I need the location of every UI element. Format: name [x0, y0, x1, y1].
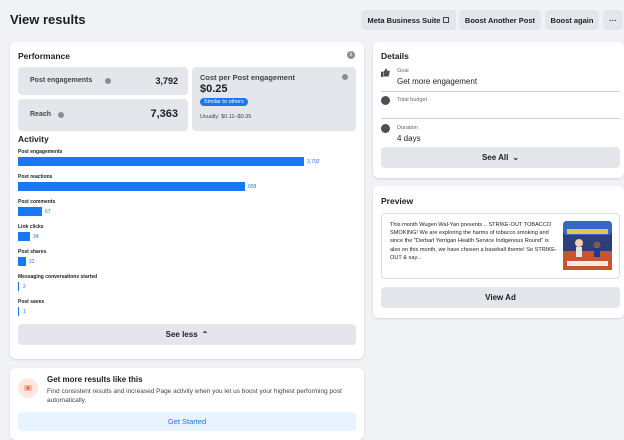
- activity-value: 2: [23, 284, 26, 290]
- more-options-button[interactable]: ···: [603, 10, 623, 30]
- activity-value: 658: [248, 184, 257, 190]
- boost-promo-description: Find consistent results and increased Pa…: [47, 388, 342, 404]
- preview-title: Preview: [381, 196, 414, 206]
- reach-value: 7,363: [150, 108, 178, 120]
- goal-value: Get more engagement: [397, 77, 478, 86]
- boost-again-button[interactable]: Boost again: [545, 10, 599, 30]
- post-engagements-label: Post engagements: [30, 77, 93, 84]
- activity-label: Post reactions: [18, 174, 53, 180]
- similar-badge: Similar to others: [200, 98, 248, 106]
- activity-value: 34: [33, 234, 39, 240]
- activity-value: 22: [29, 259, 35, 265]
- meta-business-suite-label: Meta Business Suite: [367, 15, 441, 25]
- more-options-icon: ···: [609, 15, 617, 25]
- activity-label: Messaging conversations started: [18, 274, 98, 280]
- thumbs-up-icon: [381, 68, 390, 77]
- activity-bar: [18, 232, 30, 241]
- view-ad-label: View Ad: [485, 293, 516, 302]
- get-started-label: Get Started: [167, 417, 207, 426]
- activity-label: Link clicks: [18, 224, 44, 230]
- goal-label: Goal: [397, 68, 409, 74]
- chevron-down-icon: ⌄: [512, 153, 520, 162]
- activity-title: Activity: [18, 134, 49, 144]
- budget-icon: [381, 96, 390, 105]
- cost-value: $0.25: [200, 83, 228, 95]
- see-all-label: See All: [481, 153, 509, 162]
- activity-bar: [18, 182, 245, 191]
- cost-per-engagement-metric: Cost per Post engagement $0.25 Similar t…: [192, 67, 356, 131]
- ad-thumbnail-image: [563, 221, 612, 270]
- activity-bar: [18, 282, 19, 291]
- activity-bar: [18, 257, 26, 266]
- boost-another-post-label: Boost Another Post: [464, 15, 536, 25]
- view-ad-button[interactable]: View Ad: [381, 287, 620, 308]
- info-icon[interactable]: i: [347, 51, 355, 59]
- activity-bar: [18, 157, 304, 166]
- reach-metric: Reach 7,363: [18, 99, 188, 131]
- clock-icon: [381, 124, 390, 133]
- meta-business-suite-button[interactable]: Meta Business Suite: [361, 10, 456, 30]
- ad-preview-text: This month Wugen Wal-Yan presents... STR…: [390, 222, 557, 261]
- activity-label: Post comments: [18, 199, 56, 205]
- activity-bar: [18, 207, 42, 216]
- see-less-button[interactable]: See less ⌃: [18, 324, 356, 345]
- post-engagements-metric: Post engagements 3,792: [18, 67, 188, 95]
- cost-label: Cost per Post engagement: [200, 73, 296, 82]
- activity-value: 67: [45, 209, 51, 215]
- budget-label: Total budget: [397, 97, 427, 103]
- boost-another-post-button[interactable]: Boost Another Post: [459, 10, 541, 30]
- activity-bar: [18, 307, 19, 316]
- boost-again-label: Boost again: [550, 15, 594, 25]
- see-all-button[interactable]: See All ⌄: [381, 147, 620, 168]
- duration-label: Duration: [397, 125, 418, 131]
- activity-label: Post saves: [18, 299, 45, 305]
- post-engagements-value: 3,792: [155, 76, 178, 86]
- details-title: Details: [381, 51, 409, 61]
- info-icon[interactable]: [342, 74, 348, 80]
- boost-promo-title: Get more results like this: [47, 375, 143, 384]
- reach-label: Reach: [30, 111, 52, 118]
- chevron-up-icon: ⌃: [201, 330, 209, 339]
- performance-title: Performance: [18, 51, 70, 61]
- activity-label: Post shares: [18, 249, 47, 255]
- page-title: View results: [10, 12, 86, 27]
- activity-value: 3,792: [307, 159, 320, 165]
- divider: [381, 91, 620, 92]
- duration-value: 4 days: [397, 134, 421, 143]
- see-less-label: See less: [165, 330, 198, 339]
- activity-label: Post engagements: [18, 149, 63, 155]
- info-icon[interactable]: [105, 78, 111, 84]
- info-icon[interactable]: [58, 112, 64, 118]
- boost-promo-icon: [18, 378, 38, 398]
- divider: [381, 118, 620, 119]
- external-link-icon: [443, 17, 450, 23]
- activity-value: 1: [23, 309, 26, 315]
- get-started-button[interactable]: Get Started: [18, 412, 356, 431]
- cost-range: Usually: $0.11–$0.35: [200, 114, 252, 120]
